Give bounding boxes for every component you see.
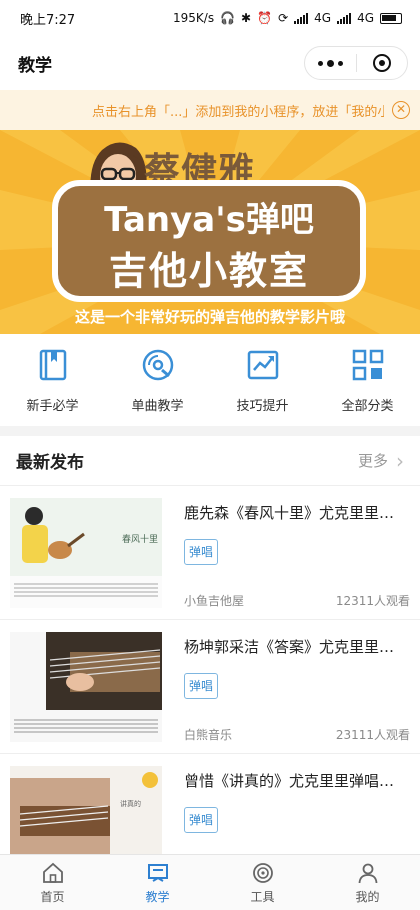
miniprogram-capsule	[304, 46, 408, 80]
banner-title-line1: Tanya's弹吧	[104, 200, 314, 240]
signal-icon	[294, 12, 309, 24]
alarm-off-icon: ⏰	[257, 11, 273, 25]
list-item[interactable]: 杨坤郭采洁《答案》尤克里里弹唱教学 弹唱 白熊音乐 23111人观看	[0, 620, 420, 754]
thumbnail-image: 春风十里	[10, 498, 162, 608]
nav-bar: 教学	[0, 36, 420, 90]
network-type-1: 4G	[314, 11, 332, 25]
tab-teaching[interactable]: 教学	[105, 855, 210, 910]
rotation-lock-icon: ⟳	[278, 11, 289, 25]
section-divider	[0, 426, 420, 436]
headphone-icon: 🎧	[220, 11, 236, 25]
list-item[interactable]: 春风十里 鹿先森《春风十里》尤克里里弹唱教学 弹唱 小鱼吉他屋 12311人观看	[0, 486, 420, 620]
video-views: 12311人观看	[335, 594, 410, 608]
status-icons: 195K/s 🎧 ✱ ⏰ ⟳ 4G 4G	[173, 11, 402, 25]
signal-icon	[337, 12, 352, 24]
category-beginner[interactable]: 新手必学	[0, 334, 105, 426]
more-dots-icon	[317, 59, 343, 67]
home-icon	[42, 862, 63, 883]
user-icon	[358, 863, 377, 884]
category-grid: 新手必学 单曲教学 技巧提升 全部分类	[0, 334, 420, 426]
video-tag: 弹唱	[184, 673, 218, 699]
more-label: 更多	[357, 452, 388, 470]
tab-home[interactable]: 首页	[0, 855, 105, 910]
video-thumbnail: 春风十里	[10, 498, 162, 608]
video-title: 鹿先森《春风十里》尤克里里弹唱教学	[184, 504, 408, 522]
video-tag: 弹唱	[184, 539, 218, 565]
banner-tagline: 这是一个非常好玩的弹吉他的教学影片哦	[74, 308, 345, 326]
close-tip-icon[interactable]: ✕	[392, 101, 410, 119]
status-bar: 晚上7:27 195K/s 🎧 ✱ ⏰ ⟳ 4G 4G	[0, 0, 420, 36]
promo-banner[interactable]: 蔡健雅 Tanya's弹吧 吉他小教室 这是一个非常好玩的弹吉他的教学影片哦	[0, 130, 420, 334]
tip-text: 点击右上角「...」添加到我的小程序，放进「我的小程序」	[92, 104, 384, 120]
target-icon	[372, 54, 391, 72]
more-button[interactable]	[305, 47, 356, 79]
thumbnail-image	[10, 632, 162, 742]
tab-label: 我的	[355, 890, 380, 904]
tab-label: 首页	[40, 890, 65, 904]
page-title: 教学	[18, 55, 52, 76]
category-single-song[interactable]: 单曲教学	[105, 334, 210, 426]
book-icon	[39, 349, 66, 381]
banner-title-line2: 吉他小教室	[108, 249, 309, 293]
disc-icon	[142, 349, 173, 381]
tab-mine[interactable]: 我的	[315, 855, 420, 910]
bluetooth-icon: ✱	[241, 11, 252, 25]
trend-chart-icon	[247, 350, 278, 380]
category-label: 全部分类	[341, 399, 394, 414]
svg-text:讲真的: 讲真的	[120, 799, 141, 808]
tab-bar: 首页 教学 工具 我的	[0, 854, 420, 910]
network-type-2: 4G	[357, 11, 374, 25]
teach-icon	[147, 864, 168, 882]
add-miniprogram-tip: 点击右上角「...」添加到我的小程序，放进「我的小程序」 ✕	[0, 90, 420, 130]
video-source: 白熊音乐	[184, 728, 233, 742]
status-time: 晚上7:27	[20, 12, 76, 28]
grid-icon	[352, 349, 383, 381]
tab-tools[interactable]: 工具	[210, 855, 315, 910]
banner-title-box: Tanya's弹吧 吉他小教室	[52, 180, 366, 302]
video-thumbnail	[10, 632, 162, 742]
chevron-right-icon: ›	[396, 448, 404, 473]
network-speed: 195K/s	[173, 11, 215, 25]
category-all[interactable]: 全部分类	[315, 334, 420, 426]
section-title: 最新发布	[16, 453, 84, 473]
tab-label: 工具	[250, 890, 275, 904]
video-views: 23111人观看	[335, 728, 410, 742]
video-title: 杨坤郭采洁《答案》尤克里里弹唱教学	[184, 638, 408, 656]
tab-label: 教学	[145, 890, 170, 904]
tool-icon	[252, 863, 273, 883]
video-source: 小鱼吉他屋	[184, 594, 245, 608]
video-tag: 弹唱	[184, 807, 218, 833]
video-title: 曾惜《讲真的》尤克里里弹唱教学	[184, 772, 408, 790]
category-skills[interactable]: 技巧提升	[210, 334, 315, 426]
latest-section-header: 最新发布 更多 ›	[0, 436, 420, 486]
more-link[interactable]: 更多 ›	[358, 449, 404, 473]
category-label: 技巧提升	[236, 399, 289, 414]
svg-text:春风十里: 春风十里	[122, 533, 158, 545]
category-label: 新手必学	[26, 399, 79, 414]
close-miniprogram-button[interactable]	[357, 47, 408, 79]
battery-icon	[380, 12, 402, 24]
category-label: 单曲教学	[131, 399, 184, 414]
